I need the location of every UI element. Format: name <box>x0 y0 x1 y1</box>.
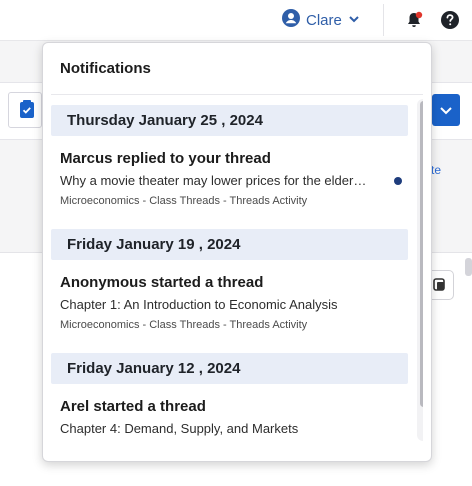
notification-title: Arel started a thread <box>60 398 206 415</box>
date-header: Friday January 12 , 2024 <box>51 353 408 384</box>
notifications-popover: Notifications Thursday January 25 , 2024… <box>42 42 432 462</box>
date-header: Friday January 19 , 2024 <box>51 229 408 260</box>
notifications-title: Notifications <box>60 60 151 77</box>
user-menu-button[interactable]: Clare <box>282 9 360 31</box>
page-scrollbar[interactable] <box>465 258 472 276</box>
notification-subtitle: Why a movie theater may lower prices for… <box>60 173 367 188</box>
scroll-thumb[interactable] <box>420 101 423 407</box>
user-icon <box>282 9 300 31</box>
clipboard-check-icon[interactable] <box>8 92 42 128</box>
dropdown-button[interactable] <box>432 94 460 126</box>
user-name: Clare <box>306 11 342 29</box>
notification-subtitle: Chapter 1: An Introduction to Economic A… <box>60 297 338 312</box>
notification-title: Marcus replied to your thread <box>60 150 271 167</box>
chevron-down-icon <box>348 12 360 29</box>
date-header: Thursday January 25 , 2024 <box>51 105 408 136</box>
notifications-scrollbar[interactable] <box>417 99 423 441</box>
notification-subtitle: Chapter 4: Demand, Supply, and Markets <box>60 421 299 436</box>
background-link[interactable]: te <box>431 163 441 177</box>
help-icon[interactable] <box>440 10 460 30</box>
notifications-list: Thursday January 25 , 2024 Marcus replie… <box>51 95 423 441</box>
notification-title: Anonymous started a thread <box>60 274 264 291</box>
top-bar-divider <box>383 4 384 36</box>
bell-icon[interactable] <box>404 10 424 30</box>
top-bar <box>0 0 472 41</box>
notification-meta: Microeconomics - Class Threads - Threads… <box>60 319 308 331</box>
notification-meta: Microeconomics - Class Threads - Threads… <box>60 195 308 207</box>
unread-indicator <box>394 177 402 185</box>
